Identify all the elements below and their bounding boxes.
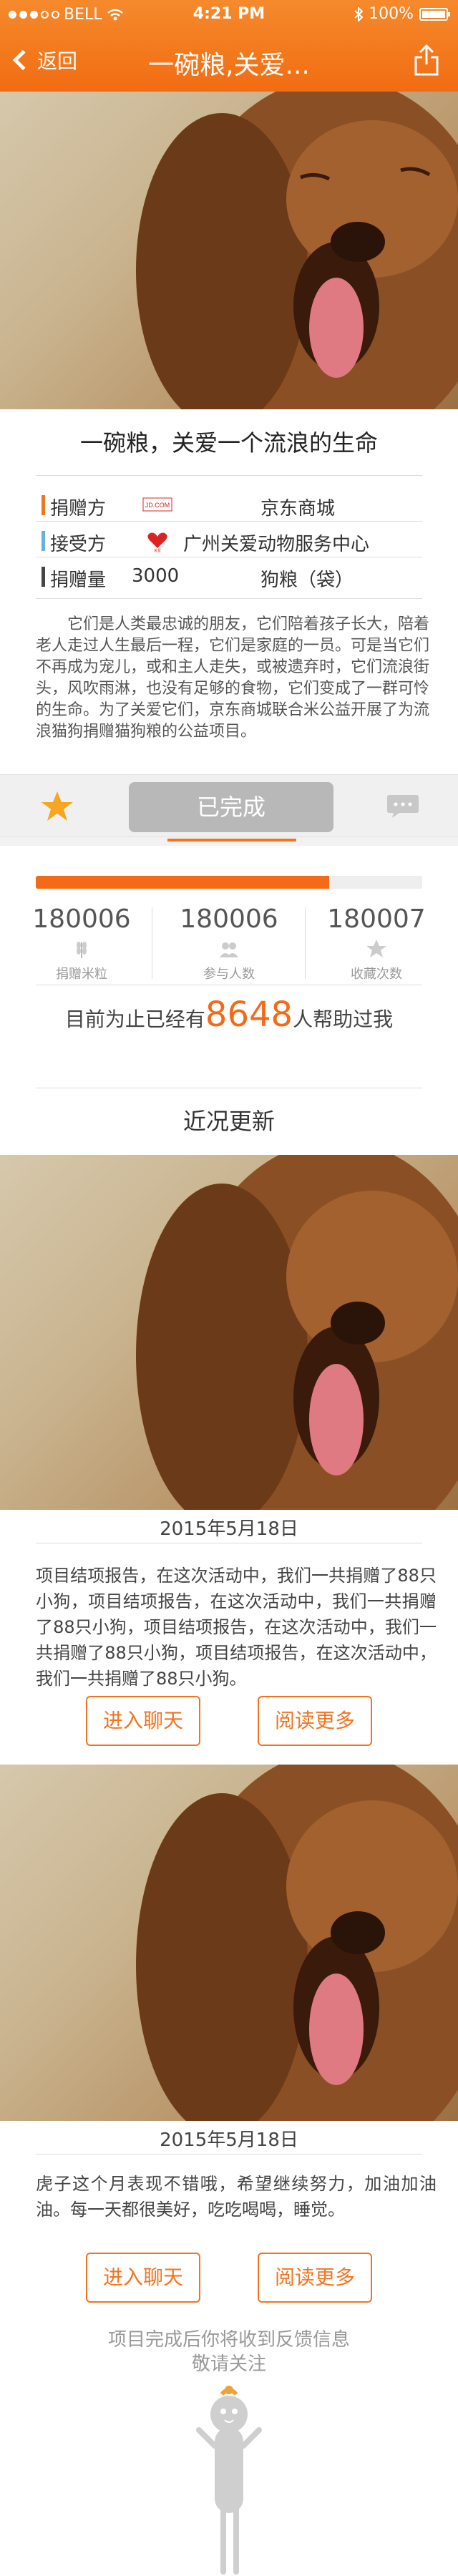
svg-text:JD.COM: JD.COM — [145, 502, 170, 509]
project-title: 一碗粮，关爱一个流浪的生命 — [79, 429, 378, 457]
update-text: 虎子这个月表现不错哦，希望继续努力，加油加油油。每一天都很美好，吃吃喝喝，睡觉。 — [36, 2174, 437, 2220]
charity-logo-icon: 关爱 — [147, 532, 167, 552]
info-label: 接受方 — [50, 534, 107, 555]
nav-bar: 返回 一碗粮,关爱... — [0, 29, 458, 92]
back-label: 返回 — [37, 49, 78, 73]
enter-chat-button[interactable]: 进入聊天 — [86, 1696, 200, 1746]
top-bar: BELL 4:21 PM 100% 返回 一碗粮,关爱... — [0, 0, 458, 92]
divider — [36, 598, 422, 599]
project-hero-image — [0, 92, 458, 409]
chat-bubble-icon[interactable] — [386, 794, 419, 819]
accent-bar — [42, 567, 45, 587]
info-label: 捐赠量 — [50, 570, 107, 591]
info-value: 京东商城 — [260, 498, 336, 519]
divider — [305, 907, 306, 979]
people-icon — [220, 942, 238, 957]
divider — [36, 521, 422, 522]
info-unit: 狗粮（袋） — [260, 570, 354, 591]
read-more-button[interactable]: 阅读更多 — [258, 2253, 372, 2303]
info-row-recipient: 接受方 关爱 广州关爱动物服务中心 — [42, 527, 428, 555]
star-icon — [366, 940, 386, 957]
page-title: 一碗粮,关爱... — [148, 51, 310, 80]
recent-updates-heading: 近况更新 — [182, 1108, 275, 1135]
status-bar: BELL 4:21 PM 100% — [0, 0, 458, 29]
chevron-left-icon — [12, 49, 34, 71]
stat-value: 180007 — [327, 904, 426, 934]
action-bar: 已完成 — [0, 774, 458, 837]
stat-participants: 180006 参与人数 — [165, 904, 293, 982]
stat-favorites: 180007 收藏次数 — [312, 904, 441, 982]
helped-count: 8648 — [205, 995, 293, 1035]
stat-label: 参与人数 — [203, 967, 255, 982]
enter-chat-button[interactable]: 进入聊天 — [86, 2253, 200, 2303]
footer-notice: 项目完成后你将收到反馈信息 — [107, 2329, 350, 2351]
jd-logo-icon: JD.COM — [142, 497, 172, 512]
stat-value: 180006 — [32, 904, 131, 934]
info-label: 捐赠方 — [50, 498, 107, 519]
favorite-star-icon[interactable] — [40, 789, 74, 824]
share-icon[interactable] — [414, 44, 439, 76]
update-text: 项目结项报告，在这次活动中，我们一共捐赠了88只小狗，项目结项报告，在这次活动中… — [36, 1566, 437, 1689]
progress-bar — [36, 876, 422, 889]
read-more-button[interactable]: 阅读更多 — [258, 1696, 372, 1746]
battery-icon — [419, 7, 450, 21]
helped-count-text: 目前为止已经有8648人帮助过我 — [0, 995, 458, 1035]
wheat-icon — [77, 942, 87, 958]
helped-prefix: 目前为止已经有 — [64, 1008, 205, 1031]
info-row-amount: 捐赠量 3000 狗粮（袋） — [42, 562, 428, 591]
project-description: 它们是人类最忠诚的朋友，它们陪着孩子长大，陪着老人走过人生最后一程，它们是家庭的… — [36, 615, 430, 741]
stat-donated-rice: 180006 捐赠米粒 — [17, 904, 146, 982]
footer-subnotice: 敬请关注 — [191, 2353, 266, 2375]
info-value: 广州关爱动物服务中心 — [183, 534, 370, 555]
mascot-icon — [196, 2386, 262, 2575]
accent-bar — [42, 495, 45, 515]
stat-value: 180006 — [180, 904, 278, 934]
status-completed-button[interactable]: 已完成 — [129, 782, 333, 832]
status-right: 100% — [354, 5, 450, 23]
divider — [36, 475, 422, 476]
stat-label: 捐赠米粒 — [56, 967, 107, 982]
info-row-donor: 捐赠方 JD.COM 京东商城 — [42, 491, 428, 519]
info-value: 3000 — [132, 565, 180, 587]
accent-bar — [42, 531, 45, 551]
helped-suffix: 人帮助过我 — [293, 1008, 394, 1031]
progress-fill — [36, 876, 330, 889]
stat-label: 收藏次数 — [351, 967, 402, 982]
divider — [36, 2154, 422, 2155]
back-button[interactable]: 返回 — [10, 43, 77, 77]
update-image — [0, 1155, 458, 1510]
update-date: 2015年5月18日 — [160, 1518, 298, 1540]
update-date: 2015年5月18日 — [160, 2129, 298, 2151]
update-image — [0, 1765, 458, 2121]
svg-text:关爱: 关爱 — [154, 548, 161, 552]
bluetooth-icon — [354, 6, 364, 21]
tab-indicator — [167, 839, 296, 841]
battery-percent: 100% — [369, 5, 414, 23]
